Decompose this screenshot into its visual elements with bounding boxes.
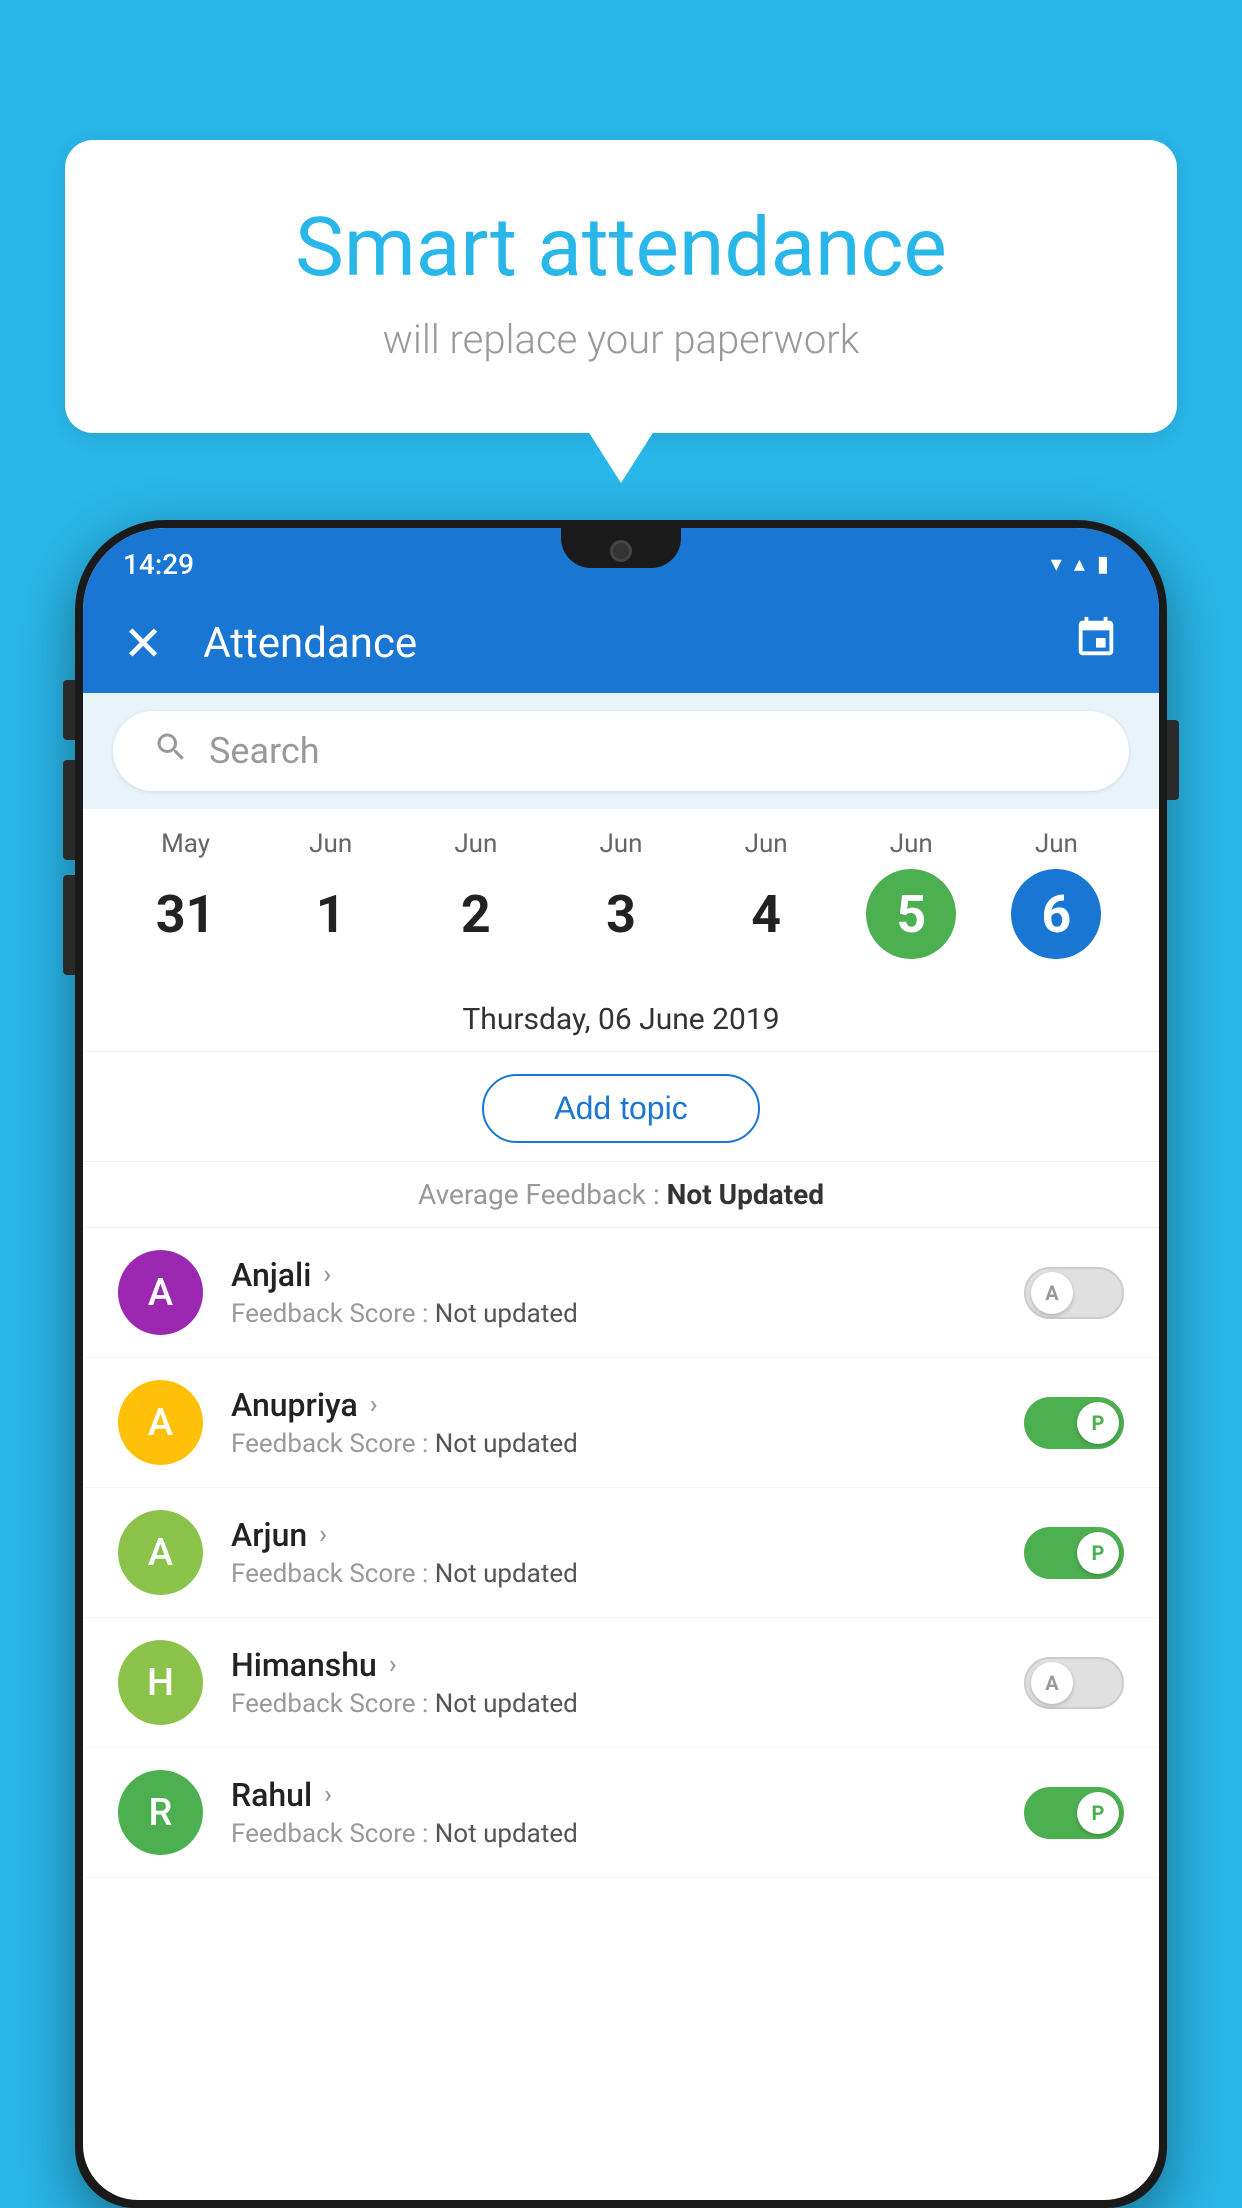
- search-bar[interactable]: Search: [113, 711, 1129, 791]
- student-feedback: Feedback Score : Not updated: [231, 1559, 996, 1589]
- student-name[interactable]: Anjali ›: [231, 1256, 996, 1294]
- attendance-toggle-container: A: [1024, 1657, 1124, 1709]
- calendar-day-31[interactable]: May31: [131, 829, 241, 959]
- attendance-toggle[interactable]: P: [1024, 1397, 1124, 1449]
- toggle-knob: P: [1077, 1532, 1119, 1574]
- student-avatar: A: [118, 1380, 203, 1465]
- avg-feedback-label: Average Feedback : Not Updated: [418, 1178, 824, 1211]
- selected-date-label: Thursday, 06 June 2019: [462, 1002, 779, 1037]
- student-feedback: Feedback Score : Not updated: [231, 1429, 996, 1459]
- status-time: 14:29: [123, 548, 194, 581]
- student-avatar: A: [118, 1250, 203, 1335]
- attendance-toggle-container: P: [1024, 1527, 1124, 1579]
- average-feedback: Average Feedback : Not Updated: [83, 1162, 1159, 1228]
- speech-bubble: Smart attendance will replace your paper…: [65, 140, 1177, 433]
- toggle-knob: A: [1031, 1662, 1073, 1704]
- student-feedback: Feedback Score : Not updated: [231, 1689, 996, 1719]
- chevron-right-icon: ›: [323, 1260, 331, 1290]
- silent-button: [63, 875, 75, 975]
- calendar-day-6[interactable]: Jun6: [1001, 829, 1111, 959]
- student-avatar: A: [118, 1510, 203, 1595]
- student-feedback: Feedback Score : Not updated: [231, 1819, 996, 1849]
- student-feedback: Feedback Score : Not updated: [231, 1299, 996, 1329]
- student-item: A Anjali › Feedback Score : Not updated A: [83, 1228, 1159, 1358]
- app-bar: ✕ Attendance: [83, 593, 1159, 693]
- avg-feedback-value: Not Updated: [667, 1178, 824, 1211]
- calendar-day-2[interactable]: Jun2: [421, 829, 531, 959]
- app-bar-title: Attendance: [203, 619, 1033, 668]
- notch: [561, 528, 681, 568]
- student-avatar: R: [118, 1770, 203, 1855]
- calendar-strip: May31 Jun1 Jun2 Jun3 Jun4 Jun5 Jun6: [83, 809, 1159, 984]
- close-button[interactable]: ✕: [123, 615, 163, 672]
- calendar-button[interactable]: [1073, 615, 1119, 672]
- attendance-toggle-container: P: [1024, 1397, 1124, 1449]
- chevron-right-icon: ›: [319, 1520, 327, 1550]
- attendance-toggle[interactable]: P: [1024, 1787, 1124, 1839]
- toggle-knob: A: [1031, 1272, 1073, 1314]
- phone-screen: 14:29 ▾ ▴ ▮ ✕ Attendance: [83, 528, 1159, 2200]
- student-name[interactable]: Rahul ›: [231, 1776, 996, 1814]
- status-icons: ▾ ▴ ▮: [1051, 552, 1109, 577]
- volume-up-button: [63, 680, 75, 740]
- student-list: AAnjali ›Feedback Score : Not updatedAAA…: [83, 1228, 1159, 1878]
- student-item: A Arjun › Feedback Score : Not updated P: [83, 1488, 1159, 1618]
- student-name[interactable]: Himanshu ›: [231, 1646, 996, 1684]
- calendar-days: May31 Jun1 Jun2 Jun3 Jun4 Jun5 Jun6: [113, 829, 1129, 969]
- attendance-toggle[interactable]: A: [1024, 1267, 1124, 1319]
- student-item: A Anupriya › Feedback Score : Not updated P: [83, 1358, 1159, 1488]
- speech-bubble-title: Smart attendance: [145, 200, 1097, 296]
- wifi-icon: ▾: [1051, 552, 1062, 577]
- student-name[interactable]: Anupriya ›: [231, 1386, 996, 1424]
- attendance-toggle-container: A: [1024, 1267, 1124, 1319]
- chevron-right-icon: ›: [389, 1650, 397, 1680]
- battery-icon: ▮: [1097, 552, 1109, 577]
- speech-bubble-container: Smart attendance will replace your paper…: [65, 140, 1177, 433]
- phone-frame: 14:29 ▾ ▴ ▮ ✕ Attendance: [75, 520, 1167, 2208]
- chevron-right-icon: ›: [324, 1780, 332, 1810]
- calendar-day-5[interactable]: Jun5: [856, 829, 966, 959]
- toggle-knob: P: [1077, 1402, 1119, 1444]
- student-item: H Himanshu › Feedback Score : Not updated A: [83, 1618, 1159, 1748]
- selected-date-info: Thursday, 06 June 2019: [83, 984, 1159, 1052]
- toggle-knob: P: [1077, 1792, 1119, 1834]
- calendar-day-1[interactable]: Jun1: [276, 829, 386, 959]
- signal-icon: ▴: [1074, 552, 1085, 577]
- student-item: R Rahul › Feedback Score : Not updated P: [83, 1748, 1159, 1878]
- camera: [610, 540, 632, 562]
- chevron-right-icon: ›: [370, 1390, 378, 1420]
- student-avatar: H: [118, 1640, 203, 1725]
- add-topic-button[interactable]: Add topic: [482, 1074, 759, 1143]
- add-topic-container: Add topic: [83, 1052, 1159, 1162]
- calendar-day-4[interactable]: Jun4: [711, 829, 821, 959]
- search-container: Search: [83, 693, 1159, 809]
- calendar-day-3[interactable]: Jun3: [566, 829, 676, 959]
- attendance-toggle-container: P: [1024, 1787, 1124, 1839]
- speech-bubble-subtitle: will replace your paperwork: [145, 316, 1097, 363]
- student-name[interactable]: Arjun ›: [231, 1516, 996, 1554]
- power-button: [1167, 720, 1179, 800]
- search-placeholder: Search: [209, 730, 320, 772]
- attendance-toggle[interactable]: P: [1024, 1527, 1124, 1579]
- volume-down-button: [63, 760, 75, 860]
- attendance-toggle[interactable]: A: [1024, 1657, 1124, 1709]
- search-icon: [153, 729, 189, 774]
